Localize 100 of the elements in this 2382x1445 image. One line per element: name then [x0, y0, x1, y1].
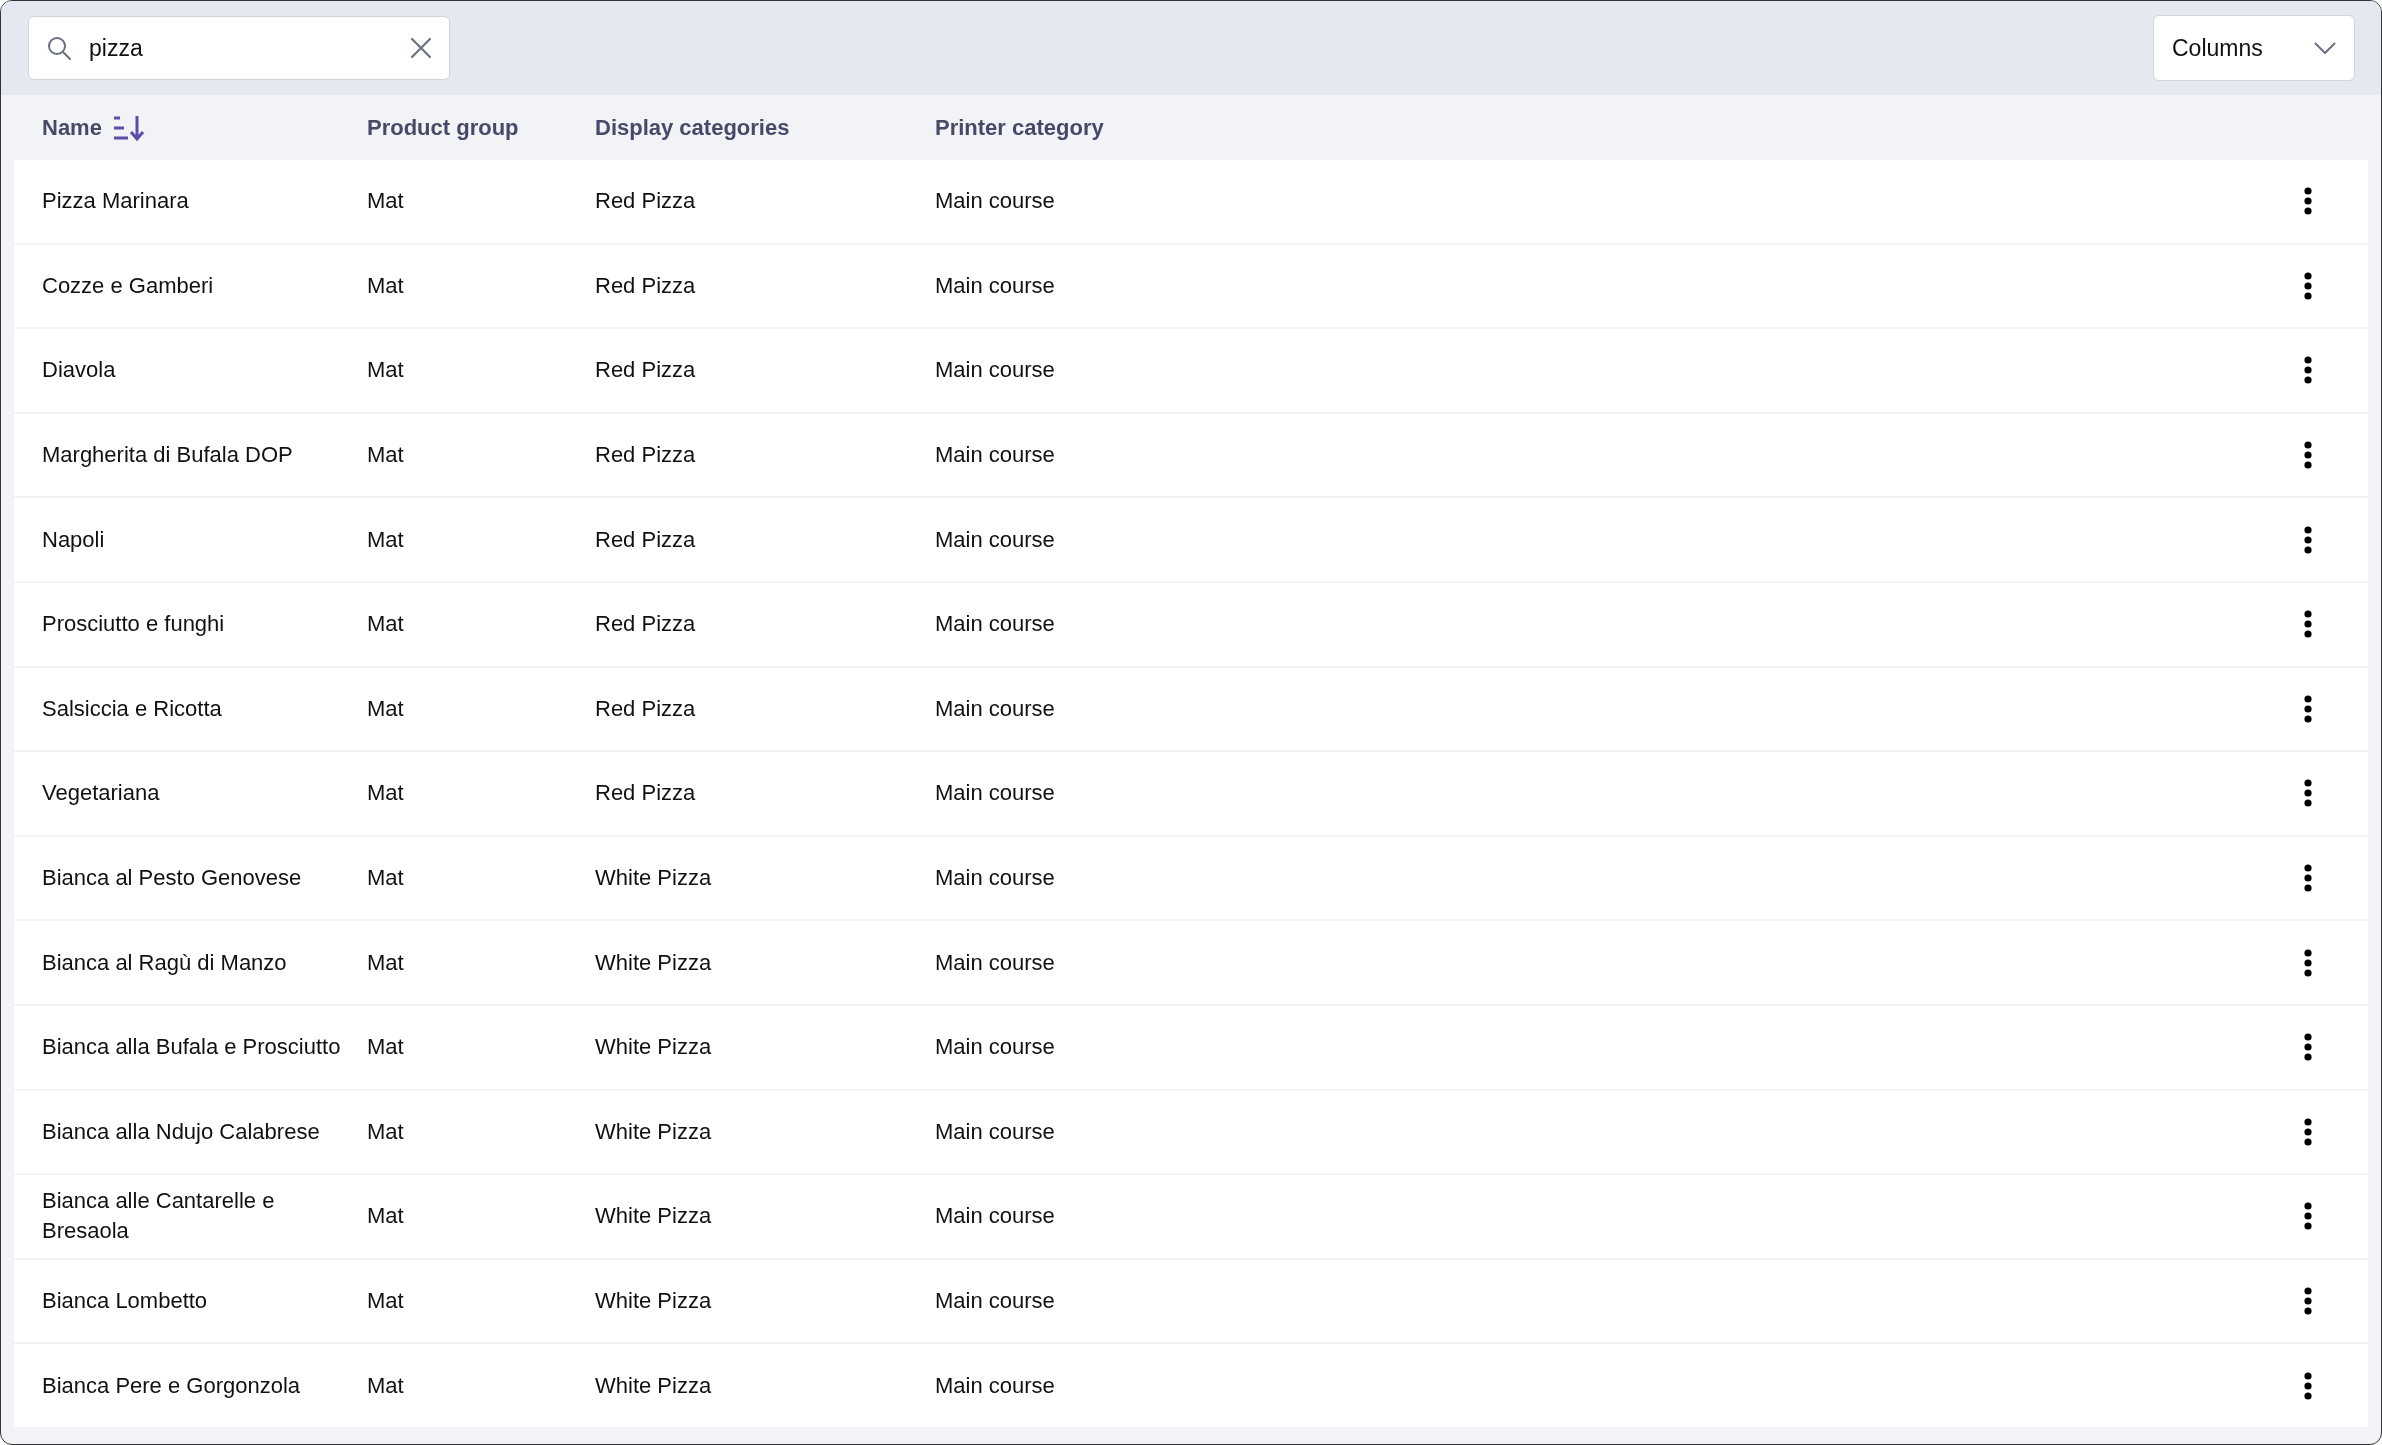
table-cell-text: Main course	[935, 779, 1056, 808]
columns-dropdown[interactable]: Columns	[2153, 15, 2355, 81]
table-cell-text: Main course	[935, 1371, 1056, 1400]
table-cell-text: Mat	[367, 948, 405, 977]
column-header[interactable]: Name	[42, 114, 102, 141]
table-row[interactable]: Bianca al Ragù di Manzo Mat White Pizza Main course	[14, 921, 2368, 1004]
more-options-icon[interactable]	[2304, 271, 2312, 300]
table-cell-text: Bianca alla Ndujo Calabrese	[42, 1117, 321, 1146]
more-options-icon[interactable]	[2304, 187, 2312, 216]
chevron-down-icon	[2314, 42, 2336, 54]
table-row[interactable]: Prosciutto e funghi Mat Red Pizza Main course	[14, 582, 2368, 666]
table-cell-text: Red Pizza	[595, 441, 697, 470]
table-cell-text: White Pizza	[595, 864, 713, 893]
table-cell-text: White Pizza	[595, 1117, 713, 1146]
table-cell-text: Mat	[367, 694, 405, 723]
table-cell-text: White Pizza	[595, 1371, 713, 1400]
table-cell-text: Main course	[935, 1117, 1056, 1146]
table-cell-text: Red Pizza	[595, 525, 697, 554]
more-options-icon[interactable]	[2304, 610, 2312, 639]
more-options-icon[interactable]	[2304, 1033, 2312, 1062]
table-cell-text: Cozze e Gamberi	[42, 271, 215, 300]
table-cell-text: Main course	[935, 441, 1056, 470]
table-row[interactable]: Salsiccia e Ricotta Mat Red Pizza Main course	[14, 667, 2368, 751]
table-cell-text: Vegetariana	[42, 779, 161, 808]
more-options-icon[interactable]	[2304, 694, 2312, 723]
table-row[interactable]: Bianca alla Ndujo Calabrese Mat White Pizza Main course	[14, 1090, 2368, 1174]
table-cell-text: White Pizza	[595, 948, 713, 977]
table-cell-text: Bianca Pere e Gorgonzola	[42, 1371, 302, 1400]
table-row[interactable]: Bianca al Pesto Genovese Mat White Pizza Main course	[14, 836, 2368, 920]
table-cell-text: Mat	[367, 1033, 405, 1062]
column-header[interactable]: Printer category	[935, 114, 1104, 141]
table-row[interactable]: Napoli Mat Red Pizza Main course	[14, 498, 2368, 581]
table-cell-text: Bianca alla Bufala e Prosciutto	[42, 1033, 342, 1062]
table-cell-text: Main course	[935, 187, 1056, 216]
table-cell-text: Main course	[935, 1202, 1056, 1231]
table-row[interactable]: Bianca Pere e Gorgonzola Mat White Pizza Main course	[14, 1344, 2368, 1427]
more-options-icon[interactable]	[2304, 525, 2312, 554]
more-options-icon[interactable]	[2304, 356, 2312, 385]
table-row[interactable]: Margherita di Bufala DOP Mat Red Pizza Main course	[14, 413, 2368, 497]
table-cell-text: Main course	[935, 948, 1056, 977]
table-cell-text: Mat	[367, 1287, 405, 1315]
table-cell-text: Red Pizza	[595, 610, 697, 639]
clear-icon[interactable]	[410, 37, 432, 59]
table-cell-text: White Pizza	[595, 1033, 713, 1062]
table-row[interactable]: Bianca alle Cantarelle e Bresaola Mat White Pizza Main course	[14, 1175, 2368, 1258]
table-cell-text: Pizza Marinara	[42, 187, 190, 216]
table-cell-text: Prosciutto e funghi	[42, 610, 226, 639]
table-cell-text: Mat	[367, 779, 405, 808]
table-row[interactable]: Pizza Marinara Mat Red Pizza Main course	[14, 160, 2368, 243]
table-cell-text: Main course	[935, 864, 1056, 893]
table-cell-text: Red Pizza	[595, 271, 697, 300]
table-cell-text: White Pizza	[595, 1287, 713, 1315]
table-cell-text: Salsiccia e Ricotta	[42, 694, 223, 723]
table-cell-text: Mat	[367, 525, 405, 554]
more-options-icon[interactable]	[2304, 1117, 2312, 1146]
table-cell-text: Main course	[935, 271, 1056, 300]
table-cell-text: Bianca al Ragù di Manzo	[42, 948, 288, 977]
table-cell-text: Main course	[935, 356, 1056, 385]
sort-icon[interactable]	[111, 113, 146, 142]
table-cell-text: Mat	[367, 1202, 405, 1231]
table-cell-text: Main course	[935, 525, 1056, 554]
more-options-icon[interactable]	[2304, 864, 2312, 893]
table-cell-text: Red Pizza	[595, 356, 697, 385]
table-row[interactable]: Cozze e Gamberi Mat Red Pizza Main course	[14, 244, 2368, 328]
table-cell-text: Mat	[367, 610, 405, 639]
more-options-icon[interactable]	[2304, 441, 2312, 470]
search-field[interactable]: pizza	[28, 16, 450, 80]
more-options-icon[interactable]	[2304, 1371, 2312, 1400]
search-icon	[46, 35, 72, 61]
table-cell-text: Main course	[935, 694, 1056, 723]
table-cell-text: Mat	[367, 356, 405, 385]
more-options-icon[interactable]	[2304, 948, 2312, 977]
table-cell-text: Mat	[367, 187, 405, 216]
table-cell-text: Main course	[935, 610, 1056, 639]
table-row[interactable]: Bianca alla Bufala e Prosciutto Mat White Pizza Main course	[14, 1005, 2368, 1089]
table-cell-text: Red Pizza	[595, 779, 697, 808]
table-cell-text: Bianca al Pesto Genovese	[42, 864, 303, 893]
table-cell-text: Mat	[367, 441, 405, 470]
table-cell-text: Bianca Lombetto	[42, 1287, 209, 1315]
table-cell-text: Main course	[935, 1033, 1056, 1062]
table-row[interactable]: Diavola Mat Red Pizza Main course	[14, 329, 2368, 412]
table-cell-text: Mat	[367, 271, 405, 300]
table-cell-text: Margherita di Bufala DOP	[42, 441, 294, 470]
table-row[interactable]: Vegetariana Mat Red Pizza Main course	[14, 752, 2368, 835]
table-cell-text: Mat	[367, 1117, 405, 1146]
more-options-icon[interactable]	[2304, 1287, 2312, 1315]
table-cell-text: Red Pizza	[595, 187, 697, 216]
column-header[interactable]: Display categories	[595, 114, 790, 141]
table-cell-text: Mat	[367, 1371, 405, 1400]
table-cell-text: Mat	[367, 864, 405, 893]
more-options-icon[interactable]	[2304, 1202, 2312, 1231]
more-options-icon[interactable]	[2304, 779, 2312, 808]
table-cell-text: Bianca alle Cantarelle e Bresaola	[42, 1187, 276, 1246]
table-cell-text: Napoli	[42, 525, 106, 554]
column-header[interactable]: Product group	[367, 114, 519, 141]
table-cell-text: Red Pizza	[595, 694, 697, 723]
table-row[interactable]: Bianca Lombetto Mat White Pizza Main course	[14, 1259, 2368, 1343]
table-cell-text: White Pizza	[595, 1202, 713, 1231]
table-cell-text: Main course	[935, 1287, 1056, 1315]
table-cell-text: Diavola	[42, 356, 117, 385]
